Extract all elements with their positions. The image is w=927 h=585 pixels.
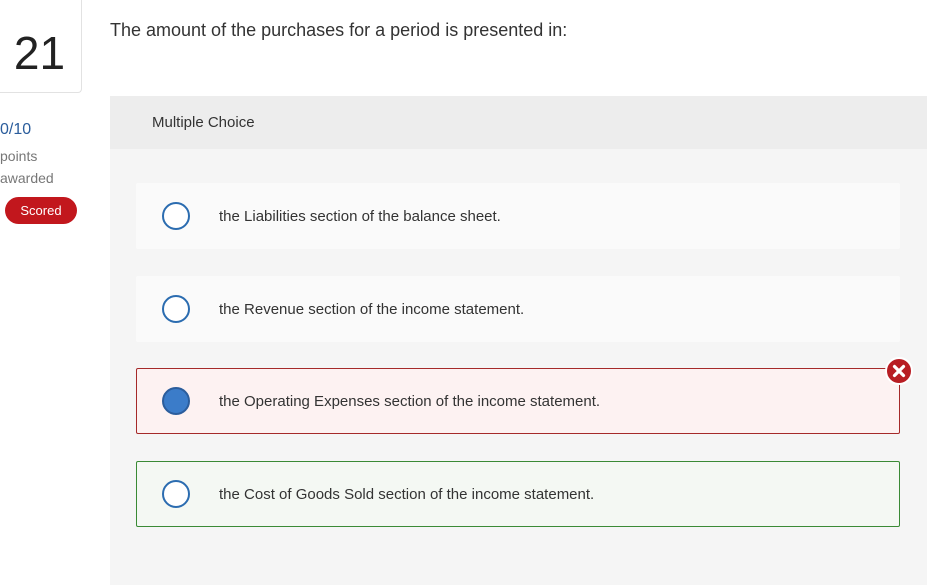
radio-button[interactable] bbox=[162, 295, 190, 323]
question-type-header: Multiple Choice bbox=[110, 96, 927, 149]
score-value: 0/10 bbox=[0, 121, 32, 138]
question-number-box: 21 bbox=[0, 0, 82, 93]
radio-button[interactable] bbox=[162, 480, 190, 508]
question-text: The amount of the purchases for a period… bbox=[110, 20, 568, 40]
score-unit-line1: points bbox=[0, 148, 38, 164]
score-unit-line2: awarded bbox=[0, 170, 54, 186]
score-unit: points awarded bbox=[0, 145, 80, 189]
answer-option-4[interactable]: the Cost of Goods Sold section of the in… bbox=[136, 461, 900, 527]
radio-button[interactable] bbox=[162, 202, 190, 230]
answer-option-label: the Liabilities section of the balance s… bbox=[219, 207, 501, 225]
radio-button-selected[interactable] bbox=[162, 387, 190, 415]
answer-panel: Multiple Choice the Liabilities section … bbox=[110, 96, 927, 585]
scored-badge: Scored bbox=[5, 197, 77, 224]
question-page: 21 0/10 points awarded Scored The amount… bbox=[0, 0, 927, 585]
question-number: 21 bbox=[13, 27, 66, 79]
question-type-label: Multiple Choice bbox=[152, 114, 255, 131]
answer-option-1[interactable]: the Liabilities section of the balance s… bbox=[136, 183, 900, 249]
x-circle-icon bbox=[885, 357, 913, 385]
answer-option-label: the Operating Expenses section of the in… bbox=[219, 392, 601, 410]
answer-option-3[interactable]: the Operating Expenses section of the in… bbox=[136, 357, 913, 434]
answer-option-label: the Revenue section of the income statem… bbox=[219, 300, 525, 318]
answer-option-label: the Cost of Goods Sold section of the in… bbox=[219, 485, 595, 503]
answer-option-2[interactable]: the Revenue section of the income statem… bbox=[136, 276, 900, 342]
